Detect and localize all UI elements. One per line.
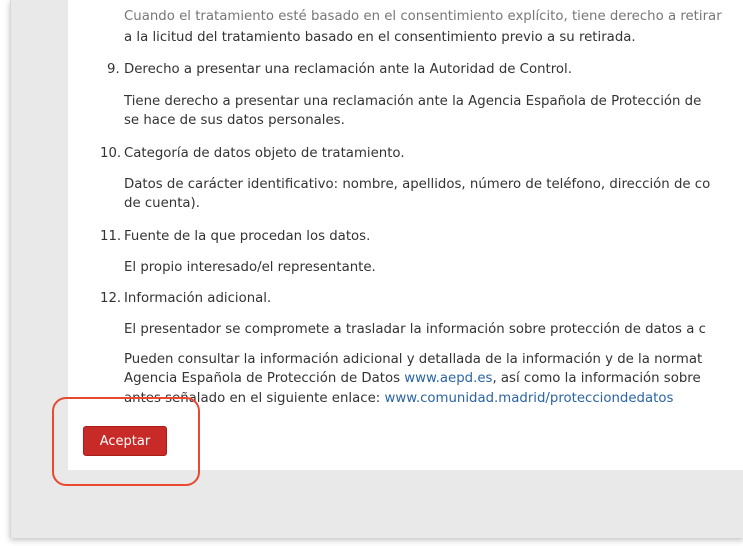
item-10-heading: Categoría de datos objeto de tratamiento… [124, 146, 405, 161]
item-10-paragraph-line-2: de cuenta). [124, 196, 200, 211]
item-11-paragraph: El propio interesado/el representante. [124, 260, 376, 275]
withdraw-line: a la licitud del tratamiento basado en e… [124, 30, 636, 45]
item-9-number: 9. [107, 62, 120, 77]
item-9-paragraph-line-2: se hace de sus datos personales. [124, 113, 345, 128]
aepd-link[interactable]: www.aepd.es [404, 371, 492, 386]
item-9-paragraph-line-1: Tiene derecho a presentar una reclamació… [124, 94, 702, 109]
additional-info-line-1: Pueden consultar la información adiciona… [124, 352, 703, 367]
additional-info-line-3: antes señalado en el siguiente enlace: w… [124, 389, 673, 409]
item-12-heading: Información adicional. [124, 291, 272, 306]
partial-top-line: Cuando el tratamiento esté basado en el … [124, 9, 722, 24]
item-10-paragraph-line-1: Datos de carácter identificativo: nombre… [124, 177, 711, 192]
item-10-number: 10. [100, 146, 122, 161]
additional-info-line-2: Agencia Española de Protección de Datos … [124, 369, 701, 389]
item-11-number: 11. [100, 229, 122, 244]
item-9-heading: Derecho a presentar una reclamación ante… [124, 62, 572, 77]
comunidad-madrid-link[interactable]: www.comunidad.madrid/protecciondedatos [384, 391, 673, 406]
additional-info-line-2-prefix: Agencia Española de Protección de Datos [124, 371, 405, 386]
item-12-number: 12. [100, 291, 122, 306]
item-12-paragraph: El presentador se compromete a trasladar… [124, 322, 706, 337]
additional-info-line-2-suffix: , así como la información sobre [492, 371, 701, 386]
item-11-heading: Fuente de la que procedan los datos. [124, 229, 371, 244]
accept-highlight-outline [52, 397, 200, 486]
